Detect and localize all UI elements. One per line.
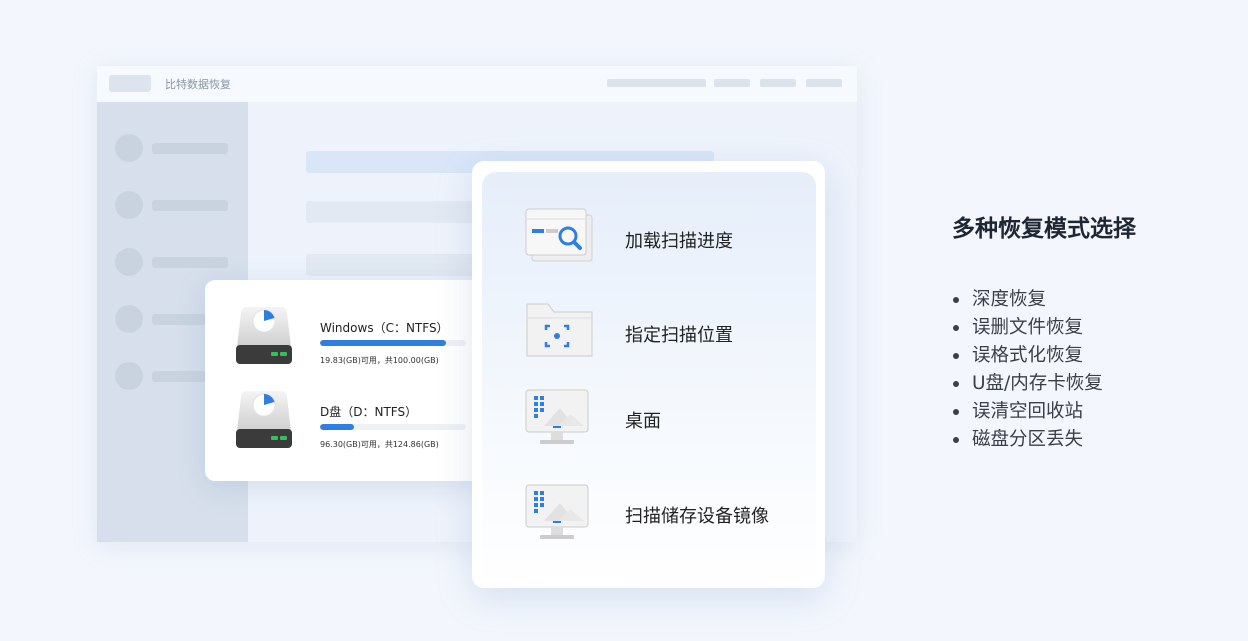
title-bar: 比特数据恢复	[97, 66, 857, 102]
app-title: 比特数据恢复	[165, 78, 231, 91]
feature-title: 多种恢复模式选择	[952, 216, 1136, 242]
hard-drive-icon	[236, 307, 292, 364]
option-label: 加载扫描进度	[625, 231, 733, 252]
option-specify-scan-location[interactable]: 指定扫描位置	[482, 300, 816, 370]
desktop-monitor-icon	[525, 389, 589, 444]
drive-name: Windows（C：NTFS）	[320, 321, 449, 335]
feature-item: 深度恢复	[952, 286, 1103, 314]
drive-capacity: 19.83(GB)可用，共100.00(GB)	[320, 356, 439, 365]
option-desktop[interactable]: 桌面	[482, 388, 816, 458]
feature-item: 磁盘分区丢失	[952, 426, 1103, 454]
drive-capacity: 96.30(GB)可用，共124.86(GB)	[320, 440, 439, 449]
drive-usage-fill	[320, 340, 446, 346]
option-label: 指定扫描位置	[625, 325, 733, 346]
feature-list: 深度恢复 误删文件恢复 误格式化恢复 U盘/内存卡恢复 误清空回收站 磁盘分区丢…	[952, 286, 1103, 454]
hard-drive-icon	[236, 391, 292, 448]
scan-options-list: 加载扫描进度 指定扫描位置 桌面 扫描储存设备镜像	[482, 172, 816, 588]
toolbar-placeholder	[806, 79, 842, 87]
drive-usage-bar	[320, 340, 466, 346]
toolbar-placeholder	[714, 79, 750, 87]
drives-card: Windows（C：NTFS） 19.83(GB)可用，共100.00(GB) …	[205, 280, 495, 481]
toolbar-placeholder	[607, 79, 706, 87]
drive-item[interactable]: D盘（D：NTFS） 96.30(GB)可用，共124.86(GB)	[205, 389, 495, 469]
drive-item[interactable]: Windows（C：NTFS） 19.83(GB)可用，共100.00(GB)	[205, 305, 495, 385]
option-scan-storage-image[interactable]: 扫描储存设备镜像	[482, 483, 816, 553]
option-load-scan-progress[interactable]: 加载扫描进度	[482, 207, 816, 277]
app-logo	[109, 75, 151, 92]
option-label: 扫描储存设备镜像	[625, 506, 769, 527]
toolbar-placeholder	[760, 79, 796, 87]
feature-item: 误清空回收站	[952, 398, 1103, 426]
folder-target-icon	[526, 303, 593, 357]
drive-name: D盘（D：NTFS）	[320, 405, 418, 419]
monitor-image-icon	[525, 484, 589, 539]
feature-item: U盘/内存卡恢复	[952, 370, 1103, 398]
feature-item: 误格式化恢复	[952, 342, 1103, 370]
feature-item: 误删文件恢复	[952, 314, 1103, 342]
drive-usage-bar	[320, 424, 466, 430]
drive-usage-fill	[320, 424, 354, 430]
window-search-icon	[525, 208, 593, 262]
scan-options-card: 加载扫描进度 指定扫描位置 桌面 扫描储存设备镜像	[472, 161, 825, 588]
option-label: 桌面	[625, 411, 661, 432]
